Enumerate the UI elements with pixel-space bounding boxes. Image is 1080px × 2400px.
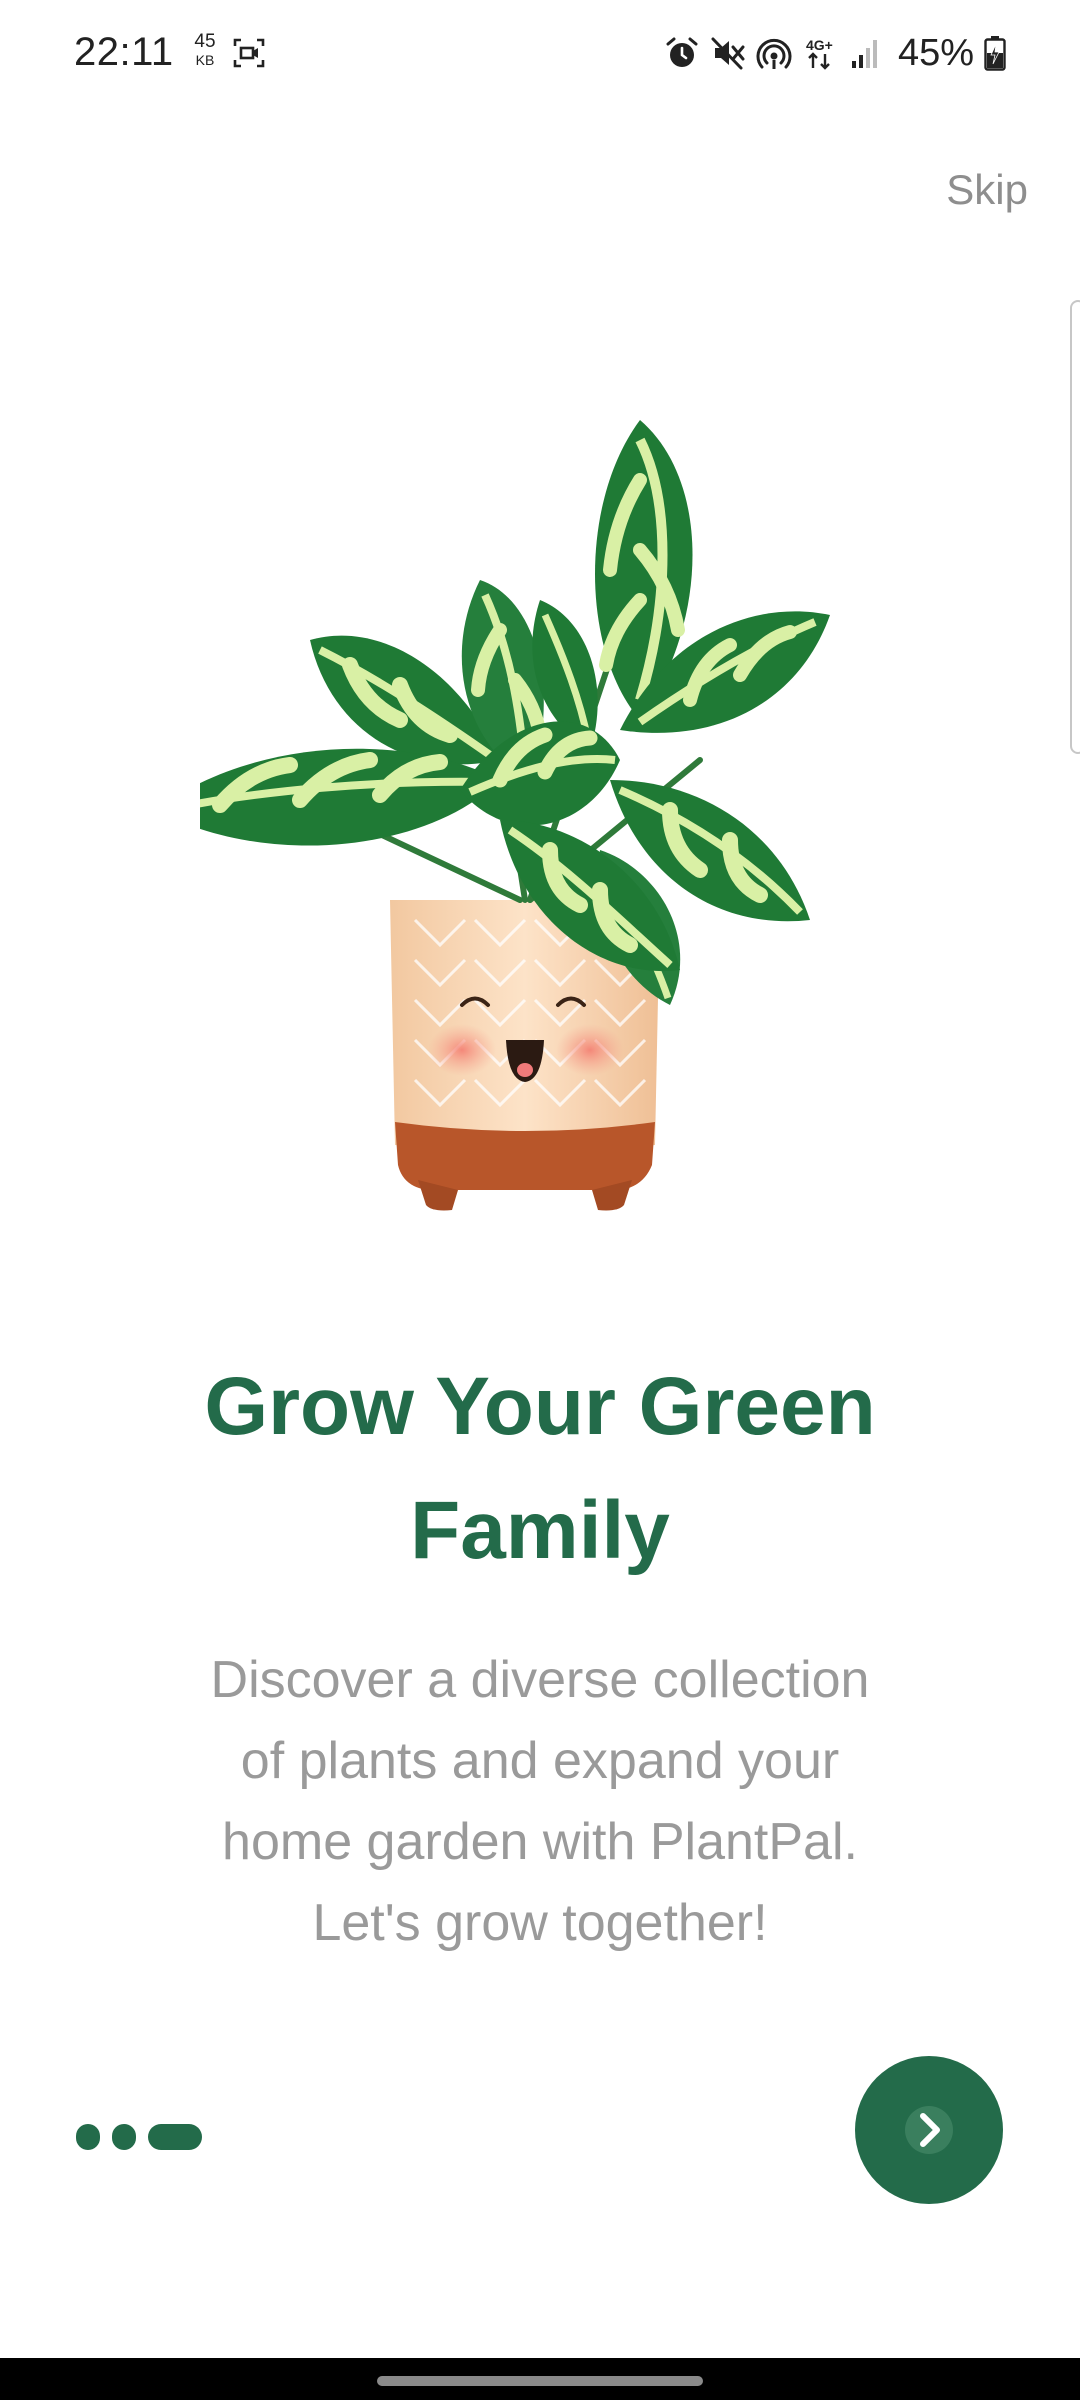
onboarding-description: Discover a diverse collection of plants … bbox=[130, 1640, 950, 1964]
page-indicator bbox=[76, 2124, 202, 2150]
svg-text:4G+: 4G+ bbox=[806, 37, 833, 53]
network-speed-unit: KB bbox=[195, 52, 215, 68]
edge-panel-handle[interactable] bbox=[1070, 300, 1080, 754]
skip-button[interactable]: Skip bbox=[946, 166, 1028, 214]
network-speed-indicator: 45 KB bbox=[190, 32, 220, 67]
onboarding-title-line-2: Family bbox=[410, 1485, 670, 1576]
onboarding-description-line-1: Discover a diverse collection bbox=[210, 1651, 870, 1709]
page-indicator-dot-1 bbox=[76, 2124, 100, 2150]
happy-potted-plant-illustration bbox=[200, 420, 830, 1211]
onboarding-title-line-1: Grow Your Green bbox=[204, 1361, 876, 1452]
alarm-icon bbox=[666, 37, 698, 67]
onboarding-description-line-3: home garden with PlantPal. bbox=[222, 1813, 858, 1871]
status-icons: 4G+ 45% bbox=[664, 28, 1006, 78]
4g-data-icon: 4G+ bbox=[806, 37, 833, 70]
onboarding-description-line-2: of plants and expand your bbox=[240, 1732, 840, 1790]
network-speed-value: 45 bbox=[194, 31, 216, 52]
status-time: 22:11 bbox=[74, 30, 174, 74]
page-indicator-dot-3-active bbox=[148, 2124, 202, 2150]
next-button[interactable] bbox=[855, 2056, 1003, 2204]
onboarding-description-line-4: Let's grow together! bbox=[312, 1894, 768, 1952]
hotspot-icon bbox=[756, 38, 792, 69]
signal-icon bbox=[851, 40, 877, 68]
battery-charging-icon bbox=[984, 36, 1006, 71]
onboarding-title: Grow Your Green Family bbox=[90, 1345, 990, 1593]
page-indicator-dot-2 bbox=[112, 2124, 136, 2150]
home-gesture-handle[interactable] bbox=[377, 2376, 703, 2386]
system-navigation-bar bbox=[0, 2358, 1080, 2400]
status-bar: 22:11 45 KB 4G+ 45% bbox=[0, 0, 1080, 105]
mute-icon bbox=[711, 37, 745, 70]
battery-percentage: 45% bbox=[897, 31, 974, 74]
onboarding-screen: 22:11 45 KB 4G+ 45% Skip Grow Your Green… bbox=[0, 0, 1080, 2400]
chevron-right-icon bbox=[905, 2106, 953, 2154]
screen-record-icon bbox=[233, 38, 265, 68]
